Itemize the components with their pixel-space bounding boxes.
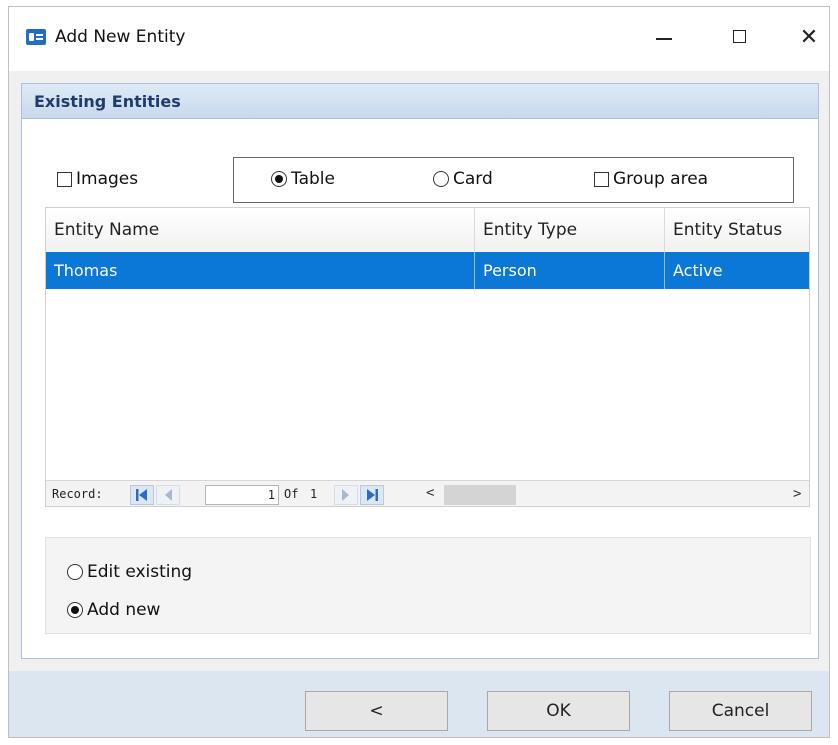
- contact-card-icon: [26, 29, 46, 45]
- scroll-left-arrow[interactable]: <: [426, 485, 434, 501]
- previous-record-button[interactable]: [156, 485, 180, 505]
- scroll-right-arrow[interactable]: >: [793, 486, 801, 502]
- close-button[interactable]: ✕: [786, 17, 829, 57]
- ok-button[interactable]: OK: [487, 691, 630, 731]
- cell-entity-type[interactable]: Person: [475, 252, 665, 289]
- group-area-checkbox[interactable]: Group area: [594, 169, 708, 189]
- images-checkbox-label: Images: [76, 169, 139, 189]
- column-header-entity-type[interactable]: Entity Type: [475, 208, 665, 252]
- record-total: 1: [310, 487, 318, 501]
- add-new-radio-indicator[interactable]: [67, 602, 83, 618]
- add-new-radio-label: Add new: [87, 600, 161, 620]
- edit-existing-radio-indicator[interactable]: [67, 564, 83, 580]
- table-view-radio[interactable]: Table: [271, 169, 335, 189]
- table-view-radio-label: Table: [291, 169, 335, 189]
- dialog-footer: < OK Cancel: [9, 671, 829, 737]
- minimize-button[interactable]: [640, 17, 686, 57]
- horizontal-scrollbar-thumb[interactable]: [444, 485, 516, 505]
- last-record-icon: [367, 489, 378, 501]
- group-area-checkbox-label: Group area: [613, 169, 709, 189]
- edit-existing-radio[interactable]: Edit existing: [67, 562, 192, 582]
- column-header-entity-status[interactable]: Entity Status: [665, 208, 809, 252]
- first-record-button[interactable]: [130, 485, 154, 505]
- cell-entity-name[interactable]: Thomas: [46, 252, 475, 289]
- previous-record-icon: [165, 489, 172, 501]
- record-of-label: Of: [284, 487, 299, 501]
- add-new-radio[interactable]: Add new: [67, 600, 160, 620]
- window-title: Add New Entity: [55, 27, 186, 47]
- cell-entity-status[interactable]: Active: [665, 252, 809, 289]
- images-checkbox[interactable]: Images: [57, 169, 138, 189]
- title-bar: Add New Entity ✕: [9, 7, 829, 71]
- close-icon: ✕: [799, 25, 819, 50]
- minimize-icon: [656, 38, 672, 40]
- next-record-icon: [342, 489, 349, 501]
- section-title: Existing Entities: [34, 92, 181, 111]
- dialog-content: Existing Entities Images Table Card Grou…: [9, 71, 829, 671]
- column-header-entity-name[interactable]: Entity Name: [46, 208, 475, 252]
- record-navigator: Record: 1 Of 1 < >: [46, 480, 809, 506]
- next-record-button[interactable]: [334, 485, 358, 505]
- group-area-checkbox-box[interactable]: [594, 171, 609, 187]
- cancel-button[interactable]: Cancel: [669, 691, 812, 731]
- images-checkbox-box[interactable]: [57, 171, 72, 187]
- card-view-radio-indicator[interactable]: [433, 171, 449, 187]
- add-new-entity-dialog: Add New Entity ✕ Existing Entities Image…: [8, 6, 830, 738]
- table-row[interactable]: Thomas Person Active: [46, 252, 809, 289]
- card-view-radio[interactable]: Card: [433, 169, 493, 189]
- current-record-input[interactable]: 1: [205, 485, 279, 505]
- edit-existing-radio-label: Edit existing: [87, 562, 193, 582]
- maximize-icon: [733, 30, 746, 43]
- entities-table: Entity Name Entity Type Entity Status Th…: [45, 207, 810, 507]
- table-view-radio-indicator[interactable]: [271, 171, 287, 187]
- card-view-radio-label: Card: [453, 169, 493, 189]
- table-header: Entity Name Entity Type Entity Status: [46, 208, 809, 253]
- maximize-button[interactable]: [717, 17, 763, 57]
- back-button[interactable]: <: [305, 691, 448, 731]
- first-record-icon: [136, 489, 147, 501]
- last-record-button[interactable]: [360, 485, 384, 505]
- section-header: Existing Entities: [21, 83, 819, 119]
- record-label: Record:: [52, 487, 103, 501]
